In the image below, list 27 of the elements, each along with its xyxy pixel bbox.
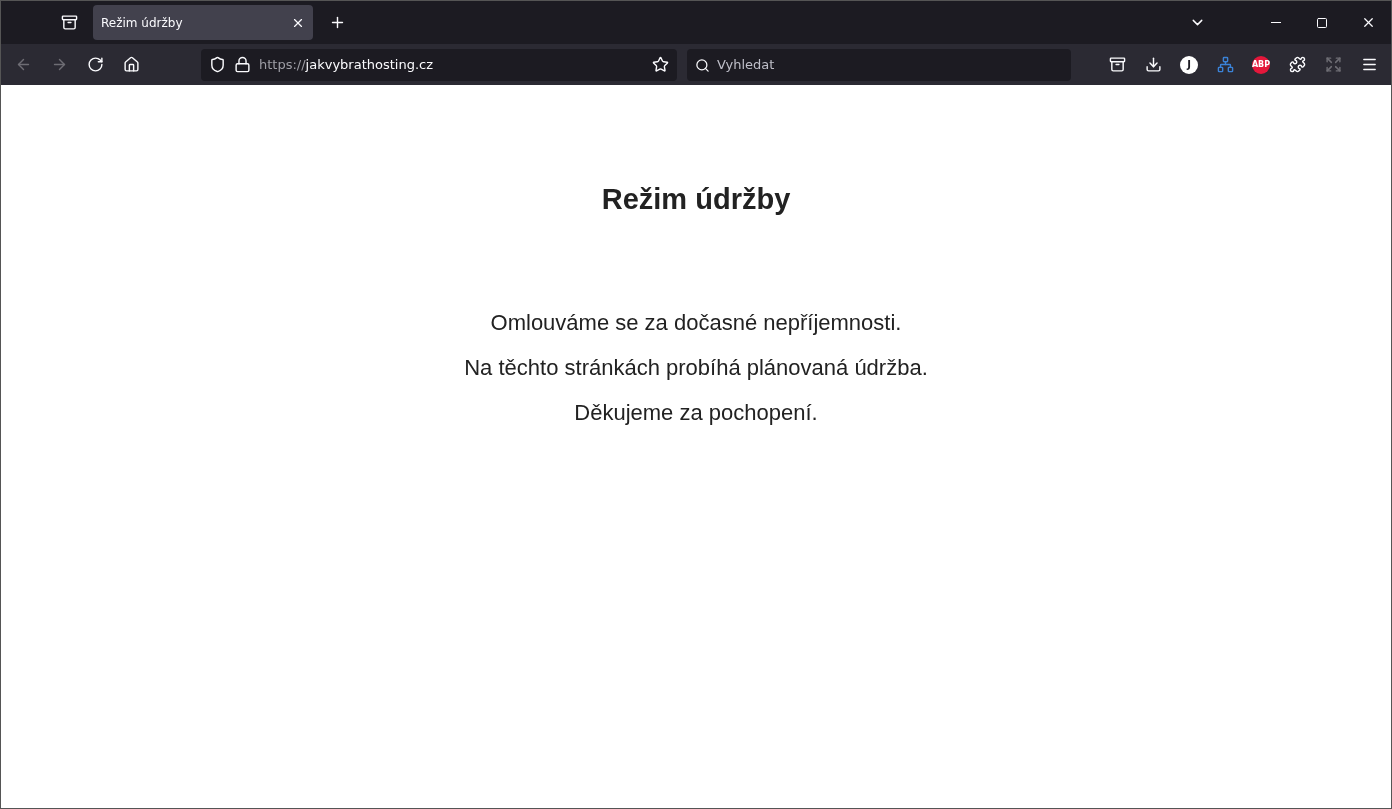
tab-title: Režim údržby: [101, 15, 183, 30]
minimize-icon: [1271, 22, 1281, 23]
expand-icon: [1324, 56, 1342, 73]
search-icon: [695, 57, 710, 73]
tray-icon: [1108, 56, 1126, 73]
url-host: jakvybrathosting.cz: [305, 57, 435, 72]
message-line: Na těchto stránkách probíhá plánovaná údržba.: [464, 355, 928, 381]
address-bar[interactable]: https://jakvybrathosting.cz: [201, 48, 677, 81]
home-icon: [122, 56, 140, 73]
adblock-button[interactable]: ABP: [1252, 55, 1270, 74]
message-line: Omlouváme se za dočasné nepříjemnosti.: [490, 310, 902, 336]
maximize-icon: [1316, 16, 1328, 29]
lock-icon: [234, 56, 251, 73]
browser-tab[interactable]: Režim údržby: [93, 5, 313, 40]
download-icon: [1144, 56, 1162, 73]
puzzle-icon: [1288, 56, 1306, 73]
shield-icon: [209, 56, 226, 73]
search-field[interactable]: Vyhledat: [687, 48, 1071, 81]
page-heading: Režim údržby: [601, 183, 791, 216]
tray-icon: [60, 14, 78, 31]
url-scheme: https://: [259, 57, 306, 72]
network-icon: [1216, 56, 1234, 73]
message-line: Děkujeme za pochopení.: [574, 400, 818, 426]
menu-icon: [1360, 56, 1378, 73]
bookmark-star-icon[interactable]: [652, 56, 669, 73]
reload-icon: [86, 56, 104, 73]
extension-button[interactable]: J: [1180, 55, 1198, 74]
